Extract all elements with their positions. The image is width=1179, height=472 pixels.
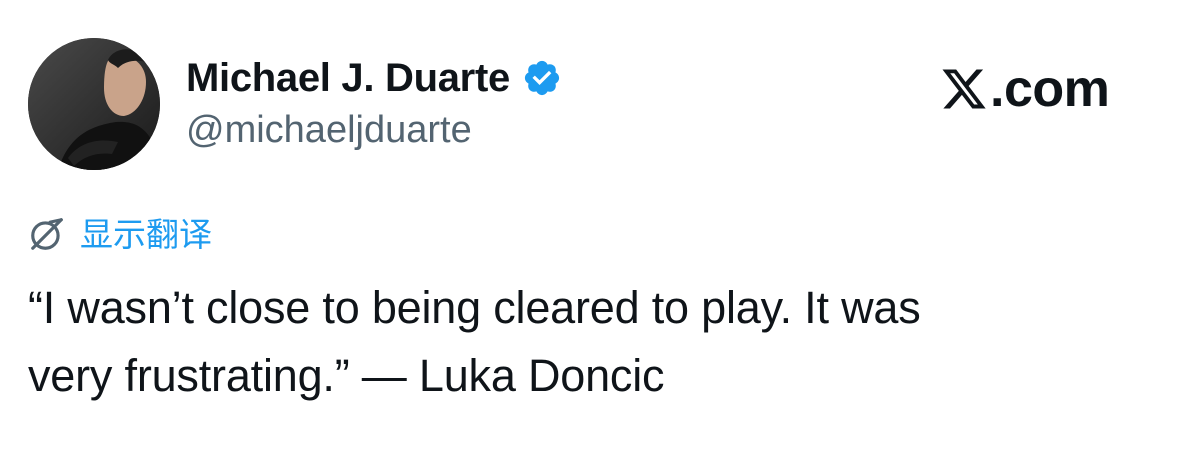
verified-badge-icon: [522, 58, 562, 98]
author-display-name[interactable]: Michael J. Duarte: [186, 58, 510, 98]
author-name-row: Michael J. Duarte: [186, 52, 562, 104]
show-translation-link[interactable]: 显示翻译: [28, 212, 212, 256]
show-translation-label[interactable]: 显示翻译: [80, 218, 212, 251]
x-logo-icon: [940, 65, 988, 113]
xcom-watermark: .com: [940, 58, 1110, 120]
tweet-text-line: “I wasn’t close to being cleared to play…: [28, 282, 921, 333]
tweet-text-line: very frustrating.” — Luka Doncic: [28, 350, 665, 401]
xcom-text: .com: [990, 60, 1110, 118]
avatar-photo: [28, 38, 160, 170]
tweet-text: “I wasn’t close to being cleared to play…: [28, 274, 1148, 410]
avatar[interactable]: [28, 38, 160, 170]
globe-icon: [28, 215, 66, 253]
author-handle[interactable]: @michaeljduarte: [186, 111, 472, 149]
